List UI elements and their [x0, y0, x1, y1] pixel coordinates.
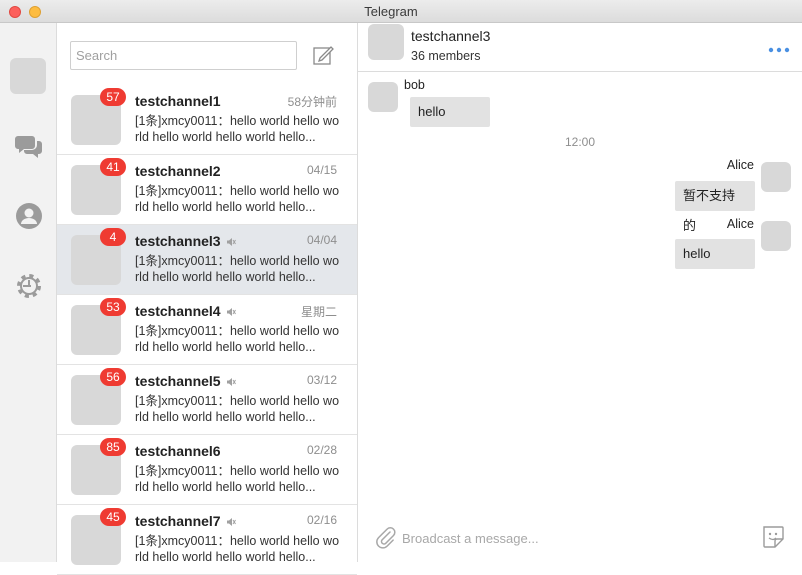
message-list: bob hello 12:00 Alice 暂不支持的 Alice hello: [358, 73, 802, 513]
chat-name: testchannel2: [135, 163, 221, 179]
avatar[interactable]: [368, 82, 398, 112]
chat-preview: [1条]xmcy0011：hello world hello world hel…: [135, 184, 340, 214]
avatar[interactable]: [368, 24, 404, 60]
unread-badge: 57: [100, 88, 126, 106]
unread-badge: 45: [100, 508, 126, 526]
muted-speaker-icon: [226, 308, 236, 316]
chat-preview: [1条]xmcy0011：hello world hello world hel…: [135, 324, 340, 354]
emoji-sticker-icon[interactable]: [760, 524, 786, 550]
chat-list: 57 testchannel1 58分钟前 [1条]xmcy0011：hello…: [57, 85, 357, 575]
chat-list-panel: 57 testchannel1 58分钟前 [1条]xmcy0011：hello…: [57, 23, 358, 575]
telegram-window: Telegram 57 testchannel1: [0, 0, 802, 575]
compose-icon[interactable]: [312, 44, 334, 66]
avatar[interactable]: [10, 58, 46, 94]
message-input[interactable]: [402, 526, 742, 550]
unread-badge: 4: [100, 228, 126, 246]
chat-item[interactable]: 56 testchannel5 03/12 [1条]xmcy0011：hello…: [57, 365, 357, 435]
chat-preview: [1条]xmcy0011：hello world hello world hel…: [135, 114, 340, 144]
message-author: Alice: [726, 158, 754, 172]
chat-preview: [1条]xmcy0011：hello world hello world hel…: [135, 534, 340, 564]
avatar[interactable]: [761, 162, 791, 192]
chat-preview: [1条]xmcy0011：hello world hello world hel…: [135, 464, 340, 494]
settings-gear-icon[interactable]: [14, 271, 44, 301]
member-count: 36 members: [411, 49, 481, 63]
conversation-panel: testchannel3 36 members bob hello 12:00 …: [358, 23, 802, 562]
chat-preview: [1条]xmcy0011：hello world hello world hel…: [135, 394, 340, 424]
time-separator: 12:00: [564, 135, 596, 149]
unread-badge: 85: [100, 438, 126, 456]
conversation-title: testchannel3: [411, 28, 491, 44]
message-bubble[interactable]: hello: [675, 239, 755, 269]
chat-time: 星期二: [300, 305, 337, 319]
unread-badge: 56: [100, 368, 126, 386]
chat-item-selected[interactable]: 4 testchannel3 04/04 [1条]xmcy0011：hello …: [57, 225, 357, 295]
contacts-icon[interactable]: [14, 201, 44, 231]
muted-speaker-icon: [226, 238, 236, 246]
unread-badge: 53: [100, 298, 126, 316]
chat-name: testchannel1: [135, 93, 221, 109]
chat-name: testchannel5: [135, 373, 236, 389]
chat-name: testchannel7: [135, 513, 236, 529]
chat-item[interactable]: 85 testchannel6 02/28 [1条]xmcy0011：hello…: [57, 435, 357, 505]
chat-time: 02/16: [306, 513, 337, 527]
chat-item[interactable]: 53 testchannel4 星期二 [1条]xmcy0011：hello w…: [57, 295, 357, 365]
chat-time: 02/28: [306, 443, 337, 457]
chat-item[interactable]: 41 testchannel2 04/15 [1条]xmcy0011：hello…: [57, 155, 357, 225]
window-title: Telegram: [364, 4, 418, 19]
more-options-icon[interactable]: [768, 47, 790, 53]
chat-name: testchannel6: [135, 443, 221, 459]
chat-item[interactable]: 57 testchannel1 58分钟前 [1条]xmcy0011：hello…: [57, 85, 357, 155]
conversation-header: testchannel3 36 members: [358, 23, 802, 72]
muted-speaker-icon: [226, 378, 236, 386]
search-input[interactable]: [70, 41, 297, 70]
chat-time: 58分钟前: [287, 95, 337, 109]
chat-item[interactable]: 45 testchannel7 02/16 [1条]xmcy0011：hello…: [57, 505, 357, 575]
message-bubble[interactable]: hello: [410, 97, 490, 127]
nav-rail: [0, 23, 57, 562]
chat-bubbles-icon[interactable]: [14, 131, 44, 161]
chat-time: 04/04: [306, 233, 337, 247]
muted-speaker-icon: [226, 518, 236, 526]
message-bubble[interactable]: 暂不支持的: [675, 181, 755, 233]
avatar[interactable]: [761, 221, 791, 251]
message-author: Alice: [726, 217, 754, 231]
unread-badge: 41: [100, 158, 126, 176]
chat-time: 04/15: [306, 163, 337, 177]
chat-name: testchannel3: [135, 233, 236, 249]
title-bar: Telegram: [0, 0, 802, 23]
chat-time: 03/12: [306, 373, 337, 387]
chat-name: testchannel4: [135, 303, 236, 319]
paperclip-icon[interactable]: [374, 526, 398, 550]
chat-preview: [1条]xmcy0011：hello world hello world hel…: [135, 254, 340, 284]
message-author: bob: [404, 78, 425, 92]
message-composer: [358, 513, 802, 562]
